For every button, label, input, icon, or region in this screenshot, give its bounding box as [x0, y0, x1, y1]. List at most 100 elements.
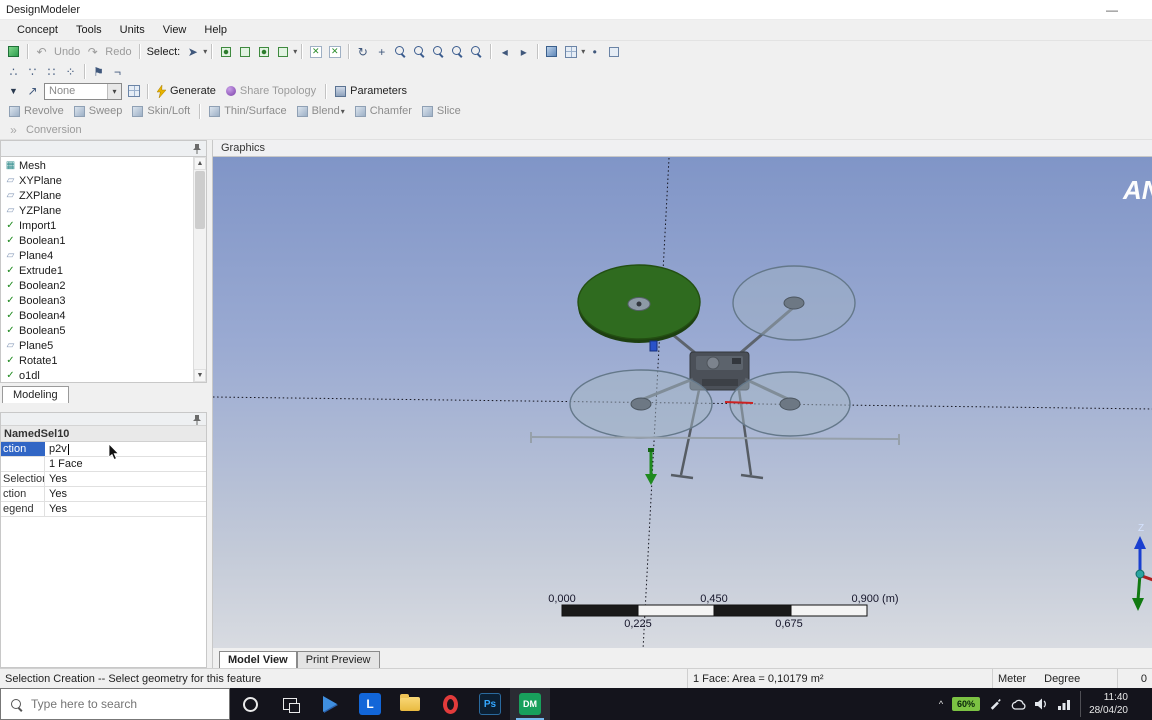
thinsurface-button[interactable]: Thin/Surface: [204, 104, 291, 118]
graphics-viewport[interactable]: AN: [213, 157, 1152, 648]
tree-item-boolean1[interactable]: ✓ Boolean1: [1, 233, 193, 248]
task-view-button[interactable]: [270, 688, 310, 720]
tree-item-extrude1[interactable]: ✓ Extrude1: [1, 263, 193, 278]
cloud-icon[interactable]: [1011, 699, 1026, 710]
conversion-button[interactable]: Conversion: [23, 124, 85, 136]
tree-item-boolean3[interactable]: ✓ Boolean3: [1, 293, 193, 308]
scroll-down-icon[interactable]: ▼: [194, 369, 206, 382]
media-app-button[interactable]: [310, 688, 350, 720]
tree-item-o1dl[interactable]: ✓ o1dl: [1, 368, 193, 382]
zoom-icon[interactable]: [391, 43, 410, 61]
point-tool-icon-4[interactable]: ⁘: [61, 63, 80, 81]
taskbar-search[interactable]: [0, 688, 230, 720]
tree-item-xyplane[interactable]: ▱ XYPlane: [1, 173, 193, 188]
tree-item-plane4[interactable]: ▱ Plane4: [1, 248, 193, 263]
extend-selection-icon[interactable]: ✕: [306, 43, 325, 61]
volume-icon[interactable]: [1035, 698, 1048, 710]
skinloft-button[interactable]: Skin/Loft: [127, 104, 195, 118]
taskbar-clock[interactable]: 11:40 28/04/20: [1080, 691, 1134, 717]
labview-button[interactable]: L: [350, 688, 390, 720]
undo-button[interactable]: Undo: [51, 46, 83, 58]
next-view-icon[interactable]: ▸: [514, 43, 533, 61]
blend-button[interactable]: Blend ▾: [292, 104, 350, 118]
rotate-view-icon[interactable]: ↻: [353, 43, 372, 61]
extend-limits-icon[interactable]: ✕: [325, 43, 344, 61]
pan-view-icon[interactable]: +: [372, 43, 391, 61]
designmodeler-taskbar-button[interactable]: DM: [510, 688, 550, 720]
tree-item-mesh[interactable]: ▦ Mesh: [1, 158, 193, 173]
photoshop-button[interactable]: Ps: [470, 688, 510, 720]
undo-icon[interactable]: ↶: [32, 43, 51, 61]
chamfer-button[interactable]: Chamfer: [350, 104, 417, 118]
scrollbar-thumb[interactable]: [195, 171, 205, 229]
plane-dropdown[interactable]: None ▾: [44, 82, 122, 100]
tree-item-boolean4[interactable]: ✓ Boolean4: [1, 308, 193, 323]
file-explorer-button[interactable]: [390, 688, 430, 720]
share-topology-button[interactable]: Share Topology: [221, 84, 321, 98]
tree-item-yzplane[interactable]: ▱ YZPlane: [1, 203, 193, 218]
point-tool-icon-1[interactable]: ∴: [4, 63, 23, 81]
flag-annotation-icon[interactable]: ⚑: [89, 63, 108, 81]
redo-icon[interactable]: ↷: [83, 43, 102, 61]
display-mode-icon[interactable]: [604, 43, 623, 61]
pen-icon[interactable]: [989, 698, 1002, 711]
network-icon[interactable]: [1057, 699, 1071, 710]
pointer-arrow-icon[interactable]: ↗: [23, 82, 42, 100]
search-input[interactable]: [31, 697, 220, 711]
battery-indicator[interactable]: 60%: [952, 697, 981, 711]
select-mode-icon[interactable]: ➤: [183, 43, 202, 61]
pin-icon[interactable]: [192, 414, 202, 425]
opera-button[interactable]: [430, 688, 470, 720]
zoom-in-out-icon[interactable]: [410, 43, 429, 61]
menu-units[interactable]: Units: [111, 22, 154, 38]
zoom-to-fit-icon[interactable]: [448, 43, 467, 61]
revolve-button[interactable]: Revolve: [4, 104, 69, 118]
menu-concept[interactable]: Concept: [8, 22, 67, 38]
box-zoom-icon[interactable]: [429, 43, 448, 61]
geometry-value[interactable]: 1 Face: [45, 457, 206, 471]
propagate-selection-value[interactable]: Yes: [45, 472, 206, 486]
previous-view-icon[interactable]: ◂: [495, 43, 514, 61]
named-selection-input[interactable]: p2v: [45, 442, 206, 456]
line-tool-icon[interactable]: ¬: [108, 63, 127, 81]
pin-icon[interactable]: [192, 143, 202, 154]
minimize-button[interactable]: —: [1106, 3, 1118, 17]
slice-button[interactable]: Slice: [417, 104, 466, 118]
generate-button[interactable]: Generate: [152, 84, 221, 99]
parameters-button[interactable]: Parameters: [330, 84, 412, 98]
tab-print-preview[interactable]: Print Preview: [296, 651, 380, 668]
tree-item-plane5[interactable]: ▱ Plane5: [1, 338, 193, 353]
orientation-triad[interactable]: Z: [1132, 523, 1152, 611]
hidden-icons-chevron[interactable]: ^: [939, 699, 943, 709]
tree-item-zxplane[interactable]: ▱ ZXPlane: [1, 188, 193, 203]
sweep-button[interactable]: Sweep: [69, 104, 128, 118]
plane-dropdown-caret-icon[interactable]: ▾: [107, 83, 121, 99]
plane-icon[interactable]: [124, 82, 143, 100]
body-filter-icon[interactable]: [273, 43, 292, 61]
tree-item-rotate1[interactable]: ✓ Rotate1: [1, 353, 193, 368]
face-filter-icon[interactable]: [254, 43, 273, 61]
export-selection-value[interactable]: Yes: [45, 487, 206, 501]
solid-cube-icon[interactable]: [4, 43, 23, 61]
look-at-face-icon[interactable]: [561, 43, 580, 61]
render-dot-icon[interactable]: •: [585, 43, 604, 61]
isometric-view-icon[interactable]: [542, 43, 561, 61]
tree-scrollbar[interactable]: ▲ ▼: [193, 157, 206, 382]
tree-item-boolean2[interactable]: ✓ Boolean2: [1, 278, 193, 293]
menu-help[interactable]: Help: [195, 22, 236, 38]
point-tool-icon-3[interactable]: ∷: [42, 63, 61, 81]
tab-modeling[interactable]: Modeling: [2, 386, 69, 403]
selection-triangle-icon[interactable]: ▼: [4, 82, 23, 100]
filter-dropdown-icon[interactable]: ▾: [293, 47, 297, 56]
scroll-up-icon[interactable]: ▲: [194, 157, 206, 170]
menu-tools[interactable]: Tools: [67, 22, 111, 38]
tree-item-boolean5[interactable]: ✓ Boolean5: [1, 323, 193, 338]
tree-item-import1[interactable]: ✓ Import1: [1, 218, 193, 233]
point-tool-icon-2[interactable]: ∵: [23, 63, 42, 81]
menu-view[interactable]: View: [154, 22, 196, 38]
include-legend-value[interactable]: Yes: [45, 502, 206, 516]
redo-button[interactable]: Redo: [102, 46, 134, 58]
tab-model-view[interactable]: Model View: [219, 651, 297, 668]
magnifier-window-icon[interactable]: [467, 43, 486, 61]
cortana-button[interactable]: [230, 688, 270, 720]
